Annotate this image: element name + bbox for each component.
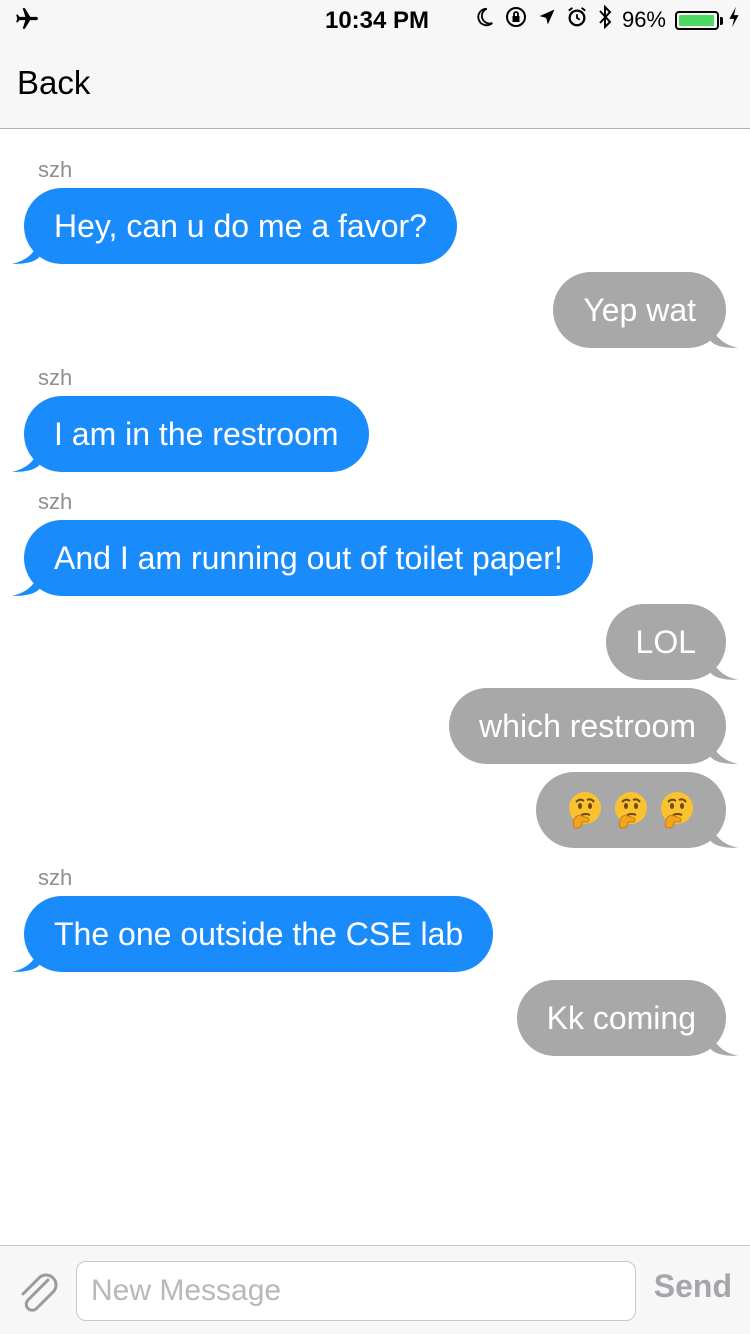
location-icon bbox=[537, 7, 557, 33]
battery-level-fill bbox=[679, 14, 714, 26]
message-text: which restroom bbox=[479, 708, 696, 744]
message-thread: szh Hey, can u do me a favor? Yep wat sz… bbox=[0, 130, 750, 1245]
outgoing-emoji-bubble[interactable] bbox=[536, 772, 738, 848]
messaging-screen: 10:34 PM 96% Back szh Hey, can u do me a… bbox=[0, 0, 750, 1334]
bubble-tail bbox=[710, 322, 738, 348]
message-text: And I am running out of toilet paper! bbox=[54, 540, 563, 576]
back-button[interactable]: Back bbox=[17, 64, 90, 102]
compose-bar: Send bbox=[0, 1245, 750, 1334]
message-text: The one outside the CSE lab bbox=[54, 916, 464, 952]
sender-name: szh bbox=[38, 365, 73, 390]
moon-icon bbox=[473, 6, 495, 34]
outgoing-message-bubble[interactable]: LOL bbox=[605, 604, 738, 680]
orientation-lock-icon bbox=[504, 5, 528, 35]
new-message-input[interactable] bbox=[76, 1261, 636, 1321]
bubble-tail bbox=[12, 570, 40, 596]
sender-name: szh bbox=[38, 489, 73, 514]
bluetooth-icon bbox=[597, 4, 613, 35]
incoming-message-bubble[interactable]: The one outside the CSE lab bbox=[12, 896, 494, 972]
battery-tip bbox=[720, 16, 723, 25]
status-indicators: 96% bbox=[473, 4, 740, 35]
bubble-tail bbox=[710, 738, 738, 764]
navigation-bar: Back bbox=[0, 40, 750, 129]
battery-icon bbox=[675, 10, 723, 30]
paperclip-icon bbox=[21, 1273, 58, 1312]
sender-name: szh bbox=[38, 865, 73, 890]
bubble-tail bbox=[12, 946, 40, 972]
thinking-face-emoji-icon bbox=[569, 792, 601, 829]
alarm-icon bbox=[566, 6, 588, 34]
send-button[interactable]: Send bbox=[654, 1268, 732, 1305]
message-text: Yep wat bbox=[583, 292, 696, 328]
charging-icon bbox=[728, 6, 740, 34]
incoming-message-bubble[interactable]: And I am running out of toilet paper! bbox=[12, 520, 593, 596]
message-text: Kk coming bbox=[546, 1000, 696, 1036]
bubble-tail bbox=[710, 822, 738, 848]
outgoing-message-bubble[interactable]: Kk coming bbox=[516, 980, 738, 1056]
outgoing-message-bubble[interactable]: Yep wat bbox=[553, 272, 738, 348]
emoji-row bbox=[566, 772, 696, 848]
outgoing-message-bubble[interactable]: which restroom bbox=[449, 688, 738, 764]
thinking-face-emoji-icon bbox=[661, 792, 693, 829]
bubble-tail bbox=[710, 654, 738, 680]
message-text: LOL bbox=[635, 624, 696, 660]
battery-percent: 96% bbox=[621, 7, 666, 32]
message-text: I am in the restroom bbox=[54, 416, 339, 452]
bubble-tail bbox=[710, 1030, 738, 1056]
incoming-message-bubble[interactable]: I am in the restroom bbox=[12, 396, 369, 472]
attach-button[interactable] bbox=[14, 1268, 64, 1318]
thinking-face-emoji-icon bbox=[615, 792, 647, 829]
bubble-tail bbox=[12, 238, 40, 264]
bubble-tail bbox=[12, 446, 40, 472]
status-bar: 10:34 PM 96% bbox=[0, 0, 750, 40]
incoming-message-bubble[interactable]: Hey, can u do me a favor? bbox=[12, 188, 457, 264]
message-text: Hey, can u do me a favor? bbox=[54, 208, 427, 244]
sender-name: szh bbox=[38, 157, 73, 182]
